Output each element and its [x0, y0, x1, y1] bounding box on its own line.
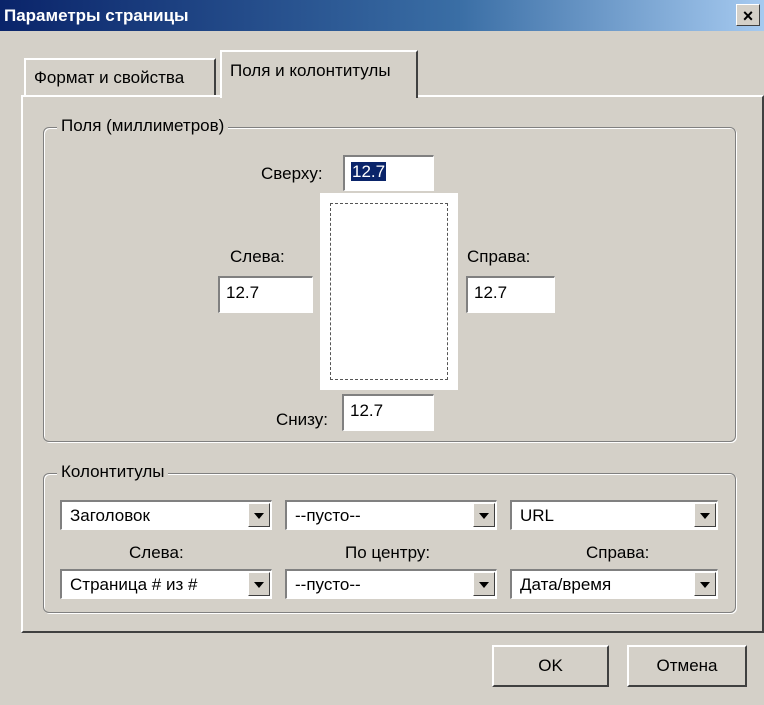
page-preview	[320, 193, 458, 390]
title-bar: Параметры страницы ×	[0, 0, 764, 31]
header-center-select[interactable]: --пусто--	[285, 500, 497, 530]
header-center-dropdown-button[interactable]	[473, 503, 495, 527]
left-margin-label: Слева:	[230, 247, 285, 266]
header-left-select[interactable]: Заголовок	[60, 500, 272, 530]
tab-margins-headers[interactable]: Поля и колонтитулы	[220, 50, 418, 98]
footer-center-dropdown-button[interactable]	[473, 572, 495, 596]
chevron-down-icon	[700, 513, 710, 519]
footer-center-select[interactable]: --пусто--	[285, 569, 497, 599]
bottom-margin-input[interactable]: 12.7	[342, 394, 434, 431]
footer-left-value: Страница # из #	[70, 575, 198, 594]
page-preview-margin-outline	[330, 203, 448, 380]
right-margin-input[interactable]: 12.7	[466, 276, 555, 313]
header-left-dropdown-button[interactable]	[248, 503, 270, 527]
tab-format-properties[interactable]: Формат и свойства	[24, 58, 216, 96]
footer-right-dropdown-button[interactable]	[694, 572, 716, 596]
position-left-label: Слева:	[129, 543, 184, 562]
chevron-down-icon	[479, 513, 489, 519]
chevron-down-icon	[479, 582, 489, 588]
bottom-margin-label: Снизу:	[276, 410, 328, 429]
right-margin-label: Справа:	[467, 247, 531, 266]
close-button[interactable]: ×	[736, 4, 760, 26]
header-right-dropdown-button[interactable]	[694, 503, 716, 527]
chevron-down-icon	[254, 513, 264, 519]
chevron-down-icon	[700, 582, 710, 588]
position-right-label: Справа:	[586, 543, 650, 562]
left-margin-input[interactable]: 12.7	[218, 276, 313, 313]
position-center-label: По центру:	[345, 543, 431, 562]
top-margin-label: Сверху:	[261, 164, 323, 183]
header-center-value: --пусто--	[295, 506, 361, 525]
footer-right-select[interactable]: Дата/время	[510, 569, 718, 599]
header-right-value: URL	[520, 506, 555, 525]
headers-footers-group-label: Колонтитулы	[57, 462, 169, 482]
top-margin-input[interactable]: 12.7	[343, 155, 434, 191]
footer-left-dropdown-button[interactable]	[248, 572, 270, 596]
footer-left-select[interactable]: Страница # из #	[60, 569, 272, 599]
ok-button[interactable]: OK	[492, 645, 609, 687]
top-margin-value: 12.7	[351, 162, 387, 181]
footer-right-value: Дата/время	[520, 575, 612, 594]
header-right-select[interactable]: URL	[510, 500, 718, 530]
window-title: Параметры страницы	[4, 6, 189, 25]
chevron-down-icon	[254, 582, 264, 588]
footer-center-value: --пусто--	[295, 575, 361, 594]
cancel-button[interactable]: Отмена	[627, 645, 747, 687]
header-left-value: Заголовок	[70, 506, 150, 525]
margins-group-label: Поля (миллиметров)	[57, 116, 229, 136]
